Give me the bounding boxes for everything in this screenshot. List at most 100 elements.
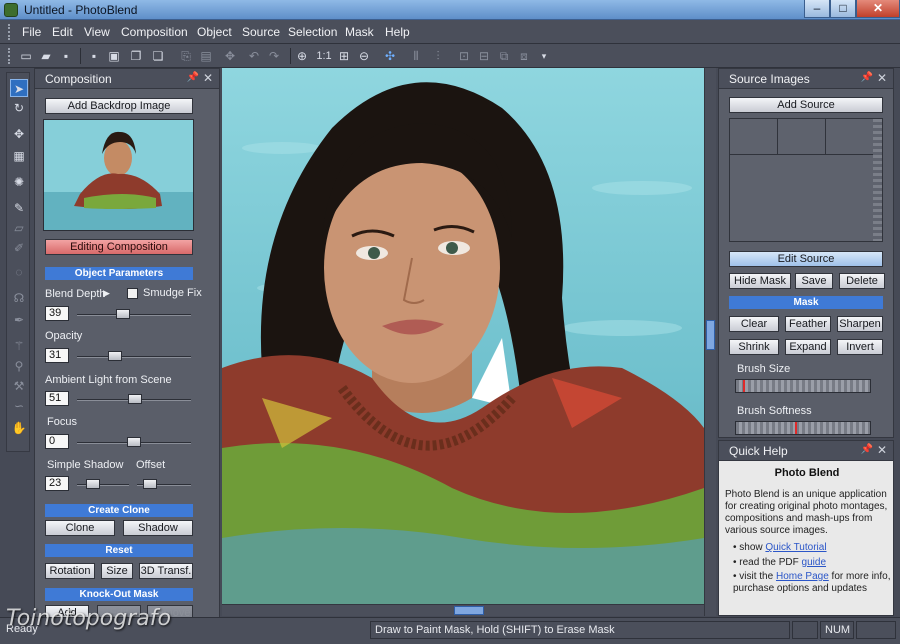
- focus-slider-thumb[interactable]: [127, 437, 141, 447]
- source-slot[interactable]: [778, 119, 826, 155]
- rotate-tool-icon[interactable]: ↻: [10, 99, 28, 117]
- eraser-tool-icon[interactable]: ▱: [10, 219, 28, 237]
- hide-mask-button[interactable]: Hide Mask: [729, 273, 791, 289]
- menu-view[interactable]: View: [84, 25, 110, 39]
- feather-mask-button[interactable]: Feather: [785, 316, 831, 332]
- brush-size-indicator[interactable]: [743, 380, 745, 392]
- paste-image-icon[interactable]: ❏: [150, 48, 166, 64]
- clear-mask-button[interactable]: Clear: [729, 316, 779, 332]
- add-source-button[interactable]: Add Source: [729, 97, 883, 113]
- expand-mask-button[interactable]: Expand: [785, 339, 831, 355]
- horizontal-scroll-thumb[interactable]: [454, 606, 484, 615]
- menu-source[interactable]: Source: [242, 25, 280, 39]
- redo-icon[interactable]: ↷: [266, 48, 282, 64]
- blend-depth-value[interactable]: 39: [45, 306, 69, 321]
- undo-icon[interactable]: ↶: [246, 48, 262, 64]
- sharpen-mask-button[interactable]: Sharpen: [837, 316, 883, 332]
- align-left-icon[interactable]: ⫴: [408, 48, 424, 64]
- ungroup-icon[interactable]: ⊟: [476, 48, 492, 64]
- blend-depth-slider-track[interactable]: [77, 314, 191, 316]
- ambient-light-value[interactable]: 51: [45, 391, 69, 406]
- source-images-list[interactable]: [729, 118, 883, 242]
- effects-icon[interactable]: ✥: [222, 48, 238, 64]
- focus-value[interactable]: 0: [45, 434, 69, 449]
- align-center-icon[interactable]: ⫶: [430, 48, 446, 64]
- shadow-button[interactable]: Shadow: [123, 520, 193, 536]
- zoom-out-icon[interactable]: ⊖: [356, 48, 372, 64]
- simple-shadow-value[interactable]: 23: [45, 476, 69, 491]
- move-tool-icon[interactable]: ✥: [10, 125, 28, 143]
- pointer-tool-icon[interactable]: ➤: [10, 79, 28, 97]
- home-page-link[interactable]: Home Page: [776, 571, 829, 582]
- pin-icon[interactable]: 📌: [861, 72, 873, 83]
- pen-tool-icon[interactable]: ✒: [10, 311, 28, 329]
- lasso-tool-icon[interactable]: ◌: [10, 263, 28, 281]
- source-slot[interactable]: [826, 119, 874, 155]
- smudge-tool-icon[interactable]: ∽: [10, 397, 28, 415]
- clone-brush-tool-icon[interactable]: ✐: [10, 239, 28, 257]
- magic-lasso-tool-icon[interactable]: ☊: [10, 289, 28, 307]
- opacity-value[interactable]: 31: [45, 348, 69, 363]
- vertical-scroll-thumb[interactable]: [706, 320, 715, 350]
- 3d-transform-reset-button[interactable]: 3D Transf.: [139, 563, 193, 579]
- source-list-scrollbar[interactable]: [873, 119, 882, 241]
- hand-tool-icon[interactable]: ✋: [10, 419, 28, 437]
- canvas-vertical-scrollbar[interactable]: [704, 68, 716, 616]
- close-icon[interactable]: ✕: [877, 71, 887, 85]
- open-folder-icon[interactable]: ▰: [38, 48, 54, 64]
- opacity-slider-thumb[interactable]: [108, 351, 122, 361]
- add-backdrop-button[interactable]: Add Backdrop Image: [45, 98, 193, 114]
- wand-tool-icon[interactable]: ⚚: [10, 337, 28, 355]
- delete-source-button[interactable]: Delete: [839, 273, 885, 289]
- canvas-horizontal-scrollbar[interactable]: [222, 604, 704, 616]
- zoom-actual-size[interactable]: 1:1: [314, 48, 334, 64]
- light-tool-icon[interactable]: ✺: [10, 173, 28, 191]
- perspective-tool-icon[interactable]: ▦: [10, 147, 28, 165]
- clone-button[interactable]: Clone: [45, 520, 115, 536]
- save-source-button[interactable]: Save: [795, 273, 833, 289]
- simple-shadow-slider-thumb[interactable]: [85, 479, 100, 489]
- brush-size-slider[interactable]: [735, 379, 871, 393]
- menu-file[interactable]: File: [22, 25, 41, 39]
- smudge-fix-checkbox[interactable]: [127, 288, 138, 299]
- brush-softness-indicator[interactable]: [795, 422, 797, 434]
- send-back-icon[interactable]: ⧈: [516, 48, 532, 64]
- menu-composition[interactable]: Composition: [121, 25, 188, 39]
- close-icon[interactable]: ✕: [203, 71, 213, 85]
- toolbar-overflow-icon[interactable]: ▾: [536, 48, 552, 64]
- invert-mask-button[interactable]: Invert: [837, 339, 883, 355]
- offset-slider-thumb[interactable]: [143, 479, 157, 489]
- minimize-button[interactable]: –: [804, 0, 830, 18]
- bring-front-icon[interactable]: ⧉: [496, 48, 512, 64]
- pin-icon[interactable]: 📌: [187, 72, 199, 83]
- brush-softness-slider[interactable]: [735, 421, 871, 435]
- composition-canvas[interactable]: [222, 68, 704, 604]
- brush-tool-icon[interactable]: ✎: [10, 199, 28, 217]
- quick-tutorial-link[interactable]: Quick Tutorial: [765, 542, 826, 553]
- size-reset-button[interactable]: Size: [101, 563, 133, 579]
- menu-help[interactable]: Help: [385, 25, 410, 39]
- menu-mask[interactable]: Mask: [345, 25, 374, 39]
- copy-icon[interactable]: ⎘: [178, 48, 194, 64]
- paste-icon[interactable]: ▤: [198, 48, 214, 64]
- rotation-reset-button[interactable]: Rotation: [45, 563, 95, 579]
- blend-depth-expand-icon[interactable]: ▶: [103, 288, 110, 299]
- pin-icon[interactable]: 📌: [861, 444, 873, 455]
- copy-image-icon[interactable]: ❐: [128, 48, 144, 64]
- source-slot[interactable]: [730, 119, 778, 155]
- pdf-guide-link[interactable]: guide: [802, 557, 826, 568]
- ambient-light-slider-thumb[interactable]: [128, 394, 142, 404]
- new-file-icon[interactable]: ▭: [18, 48, 34, 64]
- blend-depth-slider-thumb[interactable]: [116, 309, 130, 319]
- menu-selection[interactable]: Selection: [288, 25, 337, 39]
- stamp-tool-icon[interactable]: ⚒: [10, 377, 28, 395]
- zoom-in-icon[interactable]: ⊕: [294, 48, 310, 64]
- export-icon[interactable]: ▣: [106, 48, 122, 64]
- menu-object[interactable]: Object: [197, 25, 232, 39]
- opacity-slider-track[interactable]: [77, 356, 191, 358]
- maximize-button[interactable]: □: [830, 0, 856, 18]
- close-button[interactable]: ✕: [856, 0, 900, 18]
- save-icon[interactable]: ▪: [58, 48, 74, 64]
- editing-composition-button[interactable]: Editing Composition: [45, 239, 193, 255]
- menu-edit[interactable]: Edit: [52, 25, 73, 39]
